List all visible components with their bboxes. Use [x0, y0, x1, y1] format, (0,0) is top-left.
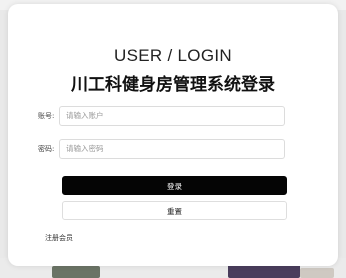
account-label: 账号:: [38, 112, 55, 120]
login-button[interactable]: 登录: [62, 176, 287, 195]
background-image-fragment: [228, 264, 300, 278]
login-title-cn: 川工科健身房管理系统登录: [71, 75, 275, 95]
background-image-fragment: [52, 266, 100, 278]
reset-button[interactable]: 重置: [62, 201, 287, 220]
background-image-fragment: [300, 268, 334, 278]
account-input[interactable]: 请输入账户: [59, 106, 285, 126]
login-card: USER / LOGIN 川工科健身房管理系统登录 账号: 请输入账户 密码: …: [8, 4, 338, 266]
login-title-en: USER / LOGIN: [114, 46, 232, 65]
password-label: 密码:: [38, 145, 55, 153]
password-input[interactable]: 请输入密码: [59, 139, 285, 159]
register-link[interactable]: 注册会员: [45, 233, 73, 243]
